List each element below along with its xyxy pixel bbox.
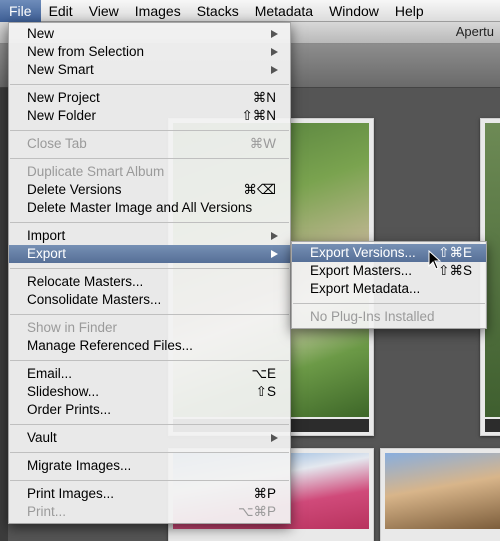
menu-item-show-in-finder: Show in Finder <box>9 319 290 337</box>
menu-separator <box>9 355 290 365</box>
menu-separator <box>9 125 290 135</box>
menu-item-migrate-images[interactable]: Migrate Images... <box>9 457 290 475</box>
menu-item-consolidate-masters[interactable]: Consolidate Masters... <box>9 291 290 309</box>
mouse-pointer-icon <box>428 250 442 270</box>
menu-file[interactable]: File <box>0 0 41 22</box>
menu-item-label: Migrate Images... <box>27 458 132 473</box>
menu-separator <box>292 298 486 308</box>
menu-edit[interactable]: Edit <box>41 0 81 22</box>
menu-item-export-masters[interactable]: Export Masters... ⇧⌘S <box>292 262 486 280</box>
menu-item-new-from-selection[interactable]: New from Selection <box>9 43 290 61</box>
menu-item-delete-versions[interactable]: Delete Versions ⌘⌫ <box>9 181 290 199</box>
menu-item-label: New Folder <box>27 108 97 123</box>
menu-item-print: Print... ⌥⌘P <box>9 503 290 521</box>
menu-item-new-smart[interactable]: New Smart <box>9 61 290 79</box>
menu-item-new-folder[interactable]: New Folder ⇧⌘N <box>9 107 290 125</box>
keyboard-shortcut: ⇧⌘E <box>438 245 472 260</box>
keyboard-shortcut: ⇧S <box>255 384 276 399</box>
keyboard-shortcut: ⌥E <box>251 366 276 381</box>
menu-item-export[interactable]: Export <box>9 245 290 263</box>
submenu-arrow-icon <box>271 232 278 240</box>
menu-item-export-versions[interactable]: Export Versions... ⇧⌘E <box>292 244 486 262</box>
menu-separator <box>9 419 290 429</box>
photo-preview <box>485 123 500 417</box>
menu-item-label: Relocate Masters... <box>27 274 144 289</box>
menu-window[interactable]: Window <box>321 0 387 22</box>
menu-item-label: New Smart <box>27 62 94 77</box>
menu-item-label: Manage Referenced Files... <box>27 338 193 353</box>
menu-item-label: No Plug-Ins Installed <box>310 309 435 324</box>
menu-item-label: Print... <box>27 504 67 519</box>
menu-separator <box>9 153 290 163</box>
menu-item-label: Email... <box>27 366 73 381</box>
menu-item-label: Show in Finder <box>27 320 118 335</box>
menu-item-email[interactable]: Email... ⌥E <box>9 365 290 383</box>
menu-item-relocate-masters[interactable]: Relocate Masters... <box>9 273 290 291</box>
menu-view[interactable]: View <box>81 0 127 22</box>
left-panel <box>0 88 8 541</box>
menu-bar: File Edit View Images Stacks Metadata Wi… <box>0 0 500 22</box>
menu-separator <box>9 475 290 485</box>
keyboard-shortcut: ⇧⌘N <box>241 108 276 123</box>
export-submenu: Export Versions... ⇧⌘E Export Masters... ⇧⌘… <box>291 241 487 329</box>
menu-item-no-plug-ins-installed: No Plug-Ins Installed <box>292 308 486 326</box>
menu-separator <box>9 309 290 319</box>
menu-images[interactable]: Images <box>127 0 189 22</box>
submenu-arrow-icon <box>271 30 278 38</box>
menu-item-label: New from Selection <box>27 44 145 59</box>
menu-item-slideshow[interactable]: Slideshow... ⇧S <box>9 383 290 401</box>
keyboard-shortcut: ⌥⌘P <box>237 504 276 519</box>
menu-item-label: Export Masters... <box>310 263 413 278</box>
submenu-arrow-icon <box>271 66 278 74</box>
keyboard-shortcut: ⌘W <box>249 136 276 151</box>
menu-item-label: Duplicate Smart Album <box>27 164 165 179</box>
menu-help[interactable]: Help <box>387 0 432 22</box>
menu-item-close-tab: Close Tab ⌘W <box>9 135 290 153</box>
menu-item-label: Consolidate Masters... <box>27 292 162 307</box>
menu-separator <box>9 79 290 89</box>
thumbnail-meta-bar <box>485 419 500 432</box>
keyboard-shortcut: ⌘N <box>252 90 276 105</box>
menu-item-label: Close Tab <box>27 136 87 151</box>
menu-item-manage-referenced-files[interactable]: Manage Referenced Files... <box>9 337 290 355</box>
menu-separator <box>9 447 290 457</box>
menu-metadata[interactable]: Metadata <box>247 0 321 22</box>
app-title: Apertu <box>455 24 494 39</box>
menu-item-print-images[interactable]: Print Images... ⌘P <box>9 485 290 503</box>
menu-item-new[interactable]: New <box>9 25 290 43</box>
menu-item-label: Slideshow... <box>27 384 100 399</box>
keyboard-shortcut: ⌘P <box>253 486 276 501</box>
submenu-arrow-icon <box>271 434 278 442</box>
file-menu-dropdown: New New from Selection New Smart New Projec… <box>8 22 291 524</box>
menu-item-label: Delete Master Image and All Versions <box>27 200 253 215</box>
menu-item-duplicate-smart-album: Duplicate Smart Album <box>9 163 290 181</box>
menu-item-order-prints[interactable]: Order Prints... <box>9 401 290 419</box>
menu-item-label: Delete Versions <box>27 182 122 197</box>
photo-preview <box>385 453 500 529</box>
menu-item-delete-master-image-and-all-versions[interactable]: Delete Master Image and All Versions <box>9 199 290 217</box>
menu-stacks[interactable]: Stacks <box>189 0 247 22</box>
menu-item-label: Vault <box>27 430 57 445</box>
menu-item-new-project[interactable]: New Project ⌘N <box>9 89 290 107</box>
submenu-arrow-icon <box>271 48 278 56</box>
menu-item-label: Import <box>27 228 66 243</box>
menu-item-label: Export Versions... <box>310 245 416 260</box>
menu-separator <box>9 263 290 273</box>
menu-item-label: New Project <box>27 90 100 105</box>
keyboard-shortcut: ⌘⌫ <box>243 182 276 197</box>
menu-item-export-metadata[interactable]: Export Metadata... <box>292 280 486 298</box>
menu-separator <box>9 217 290 227</box>
menu-item-label: Export <box>27 246 67 261</box>
menu-item-label: New <box>27 26 55 41</box>
menu-item-label: Print Images... <box>27 486 115 501</box>
menu-item-label: Order Prints... <box>27 402 112 417</box>
menu-item-import[interactable]: Import <box>9 227 290 245</box>
keyboard-shortcut: ⇧⌘S <box>438 263 472 278</box>
menu-item-label: Export Metadata... <box>310 281 421 296</box>
submenu-arrow-icon <box>271 250 278 258</box>
menu-item-vault[interactable]: Vault <box>9 429 290 447</box>
image-thumbnail[interactable] <box>380 448 500 541</box>
